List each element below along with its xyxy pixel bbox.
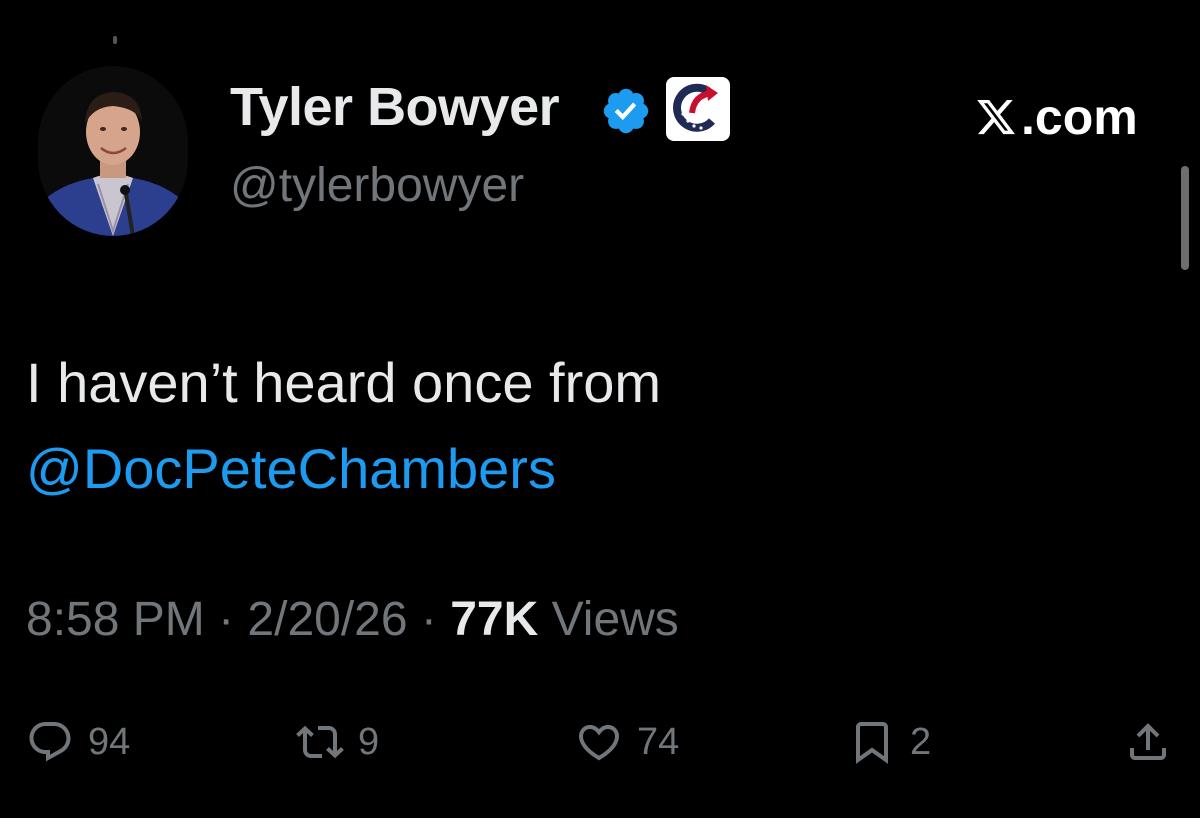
source-watermark: .com xyxy=(975,88,1138,146)
like-count: 74 xyxy=(637,720,680,763)
like-button[interactable]: 74 xyxy=(575,710,679,774)
share-button[interactable] xyxy=(1124,710,1172,774)
avatar[interactable] xyxy=(38,66,188,236)
source-label: .com xyxy=(1021,89,1138,145)
bookmark-button[interactable]: 2 xyxy=(848,710,931,774)
reply-icon xyxy=(29,722,71,762)
share-icon xyxy=(1130,723,1166,760)
scroll-indicator-dot xyxy=(113,36,117,44)
tweet-date[interactable]: 2/20/26 xyxy=(247,593,407,646)
action-bar: 94 9 74 2 xyxy=(0,710,1200,774)
mention-link[interactable]: @DocPeteChambers xyxy=(26,426,1146,512)
repost-button[interactable]: 9 xyxy=(296,710,379,774)
reply-count: 94 xyxy=(88,720,131,763)
repost-icon xyxy=(296,725,344,759)
bookmark-count: 2 xyxy=(910,720,932,763)
avatar-image xyxy=(38,66,188,236)
display-name[interactable]: Tyler Bowyer xyxy=(230,76,560,138)
views-label: Views xyxy=(538,593,679,646)
x-logo-icon xyxy=(977,99,1015,135)
views-count[interactable]: 77K xyxy=(450,593,538,646)
tweet-screenshot: Tyler Bowyer @tylerbowyer .com I haven’t… xyxy=(0,0,1200,818)
tweet-body: I haven’t heard once from @DocPeteChambe… xyxy=(26,340,1146,512)
scrollbar[interactable] xyxy=(1181,166,1189,270)
bookmark-icon xyxy=(856,722,888,764)
repost-count: 9 xyxy=(358,720,380,763)
reply-button[interactable]: 94 xyxy=(26,710,130,774)
meta-separator: · xyxy=(204,593,248,646)
tweet-meta: 8:58 PM · 2/20/26 · 77K Views xyxy=(26,592,679,647)
affiliate-badge-icon[interactable] xyxy=(666,77,730,141)
verified-badge-icon[interactable] xyxy=(600,85,652,137)
heart-icon xyxy=(578,725,620,761)
tweet-time[interactable]: 8:58 PM xyxy=(26,593,205,646)
tweet-text: I haven’t heard once from xyxy=(26,351,662,414)
meta-separator: · xyxy=(407,593,451,646)
author-handle[interactable]: @tylerbowyer xyxy=(230,158,524,213)
